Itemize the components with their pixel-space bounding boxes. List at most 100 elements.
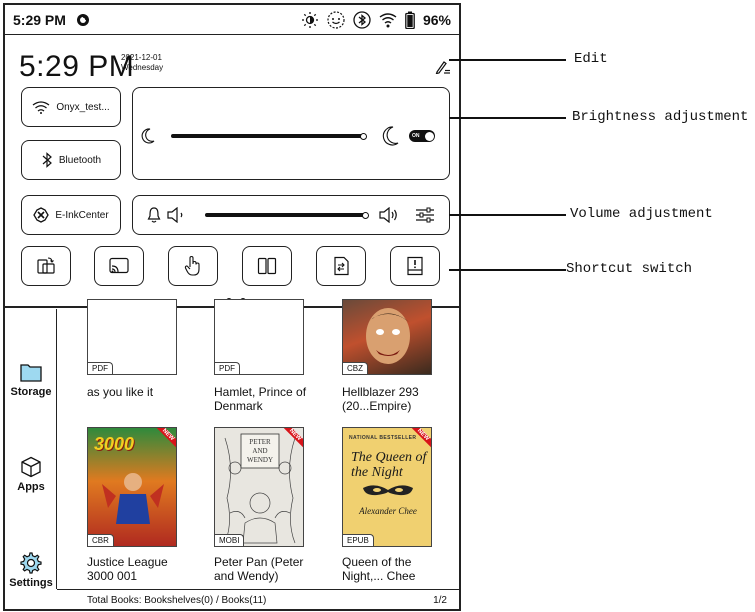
- volume-slider-knob[interactable]: [361, 211, 369, 219]
- edit-icon[interactable]: [435, 60, 451, 74]
- shortcut-refresh-mode-button[interactable]: [316, 246, 366, 286]
- book-cover: PDF: [214, 299, 304, 375]
- book-cover: NATIONAL BESTSELLER The Queen of the Nig…: [342, 427, 432, 547]
- bluetooth-label: Bluetooth: [58, 154, 102, 166]
- justice-league-cover-art: [102, 473, 164, 524]
- sync-icon: [76, 13, 89, 26]
- rotate-screen-icon: [37, 257, 55, 274]
- library-footer: Total Books: Bookshelves(0) / Books(11) …: [57, 589, 459, 609]
- sidebar-item-apps[interactable]: Apps: [5, 456, 57, 493]
- book-title: Queen of the Night,... Chee: [342, 555, 416, 583]
- weekday-text: Wednesday: [121, 63, 164, 72]
- split-screen-icon: [257, 257, 277, 275]
- shortcut-screenshot-button[interactable]: [390, 246, 440, 286]
- shortcut-touch-button[interactable]: [168, 246, 218, 286]
- book-title: Hamlet, Prince of Denmark: [214, 385, 307, 413]
- shortcut-callout-line: [449, 269, 566, 271]
- cover-author-text: Alexander Chee: [359, 506, 417, 516]
- wifi-label: Onyx_test...: [56, 101, 110, 113]
- wifi-status-icon: [379, 13, 397, 28]
- annotated-screenshot: 5:29 PM 96% 5:29 PM 2021-12-01 Wednesday…: [0, 0, 755, 612]
- book-format-badge: CBZ: [343, 362, 368, 374]
- volume-panel: [132, 195, 450, 235]
- book-format-badge: CBR: [88, 534, 114, 546]
- date-text: 2021-12-01: [121, 53, 162, 62]
- screen-refresh-icon: [334, 256, 349, 276]
- battery-percent: 96%: [422, 12, 451, 28]
- screencast-icon: [109, 257, 129, 274]
- shortcut-cast-button[interactable]: [94, 246, 144, 286]
- brightness-toggle[interactable]: ON: [409, 130, 435, 142]
- book-cover: 3000 NEW CBR: [87, 427, 177, 547]
- sidebar-label-settings: Settings: [9, 577, 53, 589]
- book-format-badge: MOBI: [215, 534, 245, 546]
- book-format-badge: EPUB: [343, 534, 374, 546]
- mask-icon: [363, 485, 413, 496]
- bluetooth-tile[interactable]: Bluetooth: [21, 140, 121, 180]
- refresh-mode-icon[interactable]: [327, 11, 345, 29]
- brightness-icon[interactable]: [301, 11, 319, 29]
- wifi-tile[interactable]: Onyx_test...: [21, 87, 121, 127]
- touch-hand-icon: [184, 255, 200, 276]
- bell-icon: [147, 207, 161, 223]
- book-cover: PDF: [87, 299, 177, 375]
- total-books-text: Total Books: Bookshelves(0) / Books(11): [87, 595, 267, 606]
- panel-clock: 5:29 PM: [19, 50, 135, 83]
- cover-title-text: PETER AND WENDY: [246, 438, 274, 464]
- wifi-icon: [32, 101, 50, 114]
- bluetooth-status-icon[interactable]: [353, 11, 371, 29]
- edit-callout-line: [449, 59, 566, 61]
- shortcut-split-screen-button[interactable]: [242, 246, 292, 286]
- toggle-label: ON: [412, 133, 420, 139]
- sidebar-item-settings[interactable]: Settings: [5, 552, 57, 589]
- book-format-badge: PDF: [88, 362, 113, 374]
- book-title: Hellblazer 293 (20...Empire): [342, 385, 419, 413]
- cover-tag-text: NATIONAL BESTSELLER: [349, 435, 417, 441]
- cover-title-text: The Queen of the Night: [351, 450, 427, 480]
- volume-callout-label: Volume adjustment: [570, 206, 713, 222]
- sound-settings-icon[interactable]: [415, 207, 435, 223]
- cube-icon: [21, 456, 41, 478]
- folder-icon: [20, 364, 42, 382]
- brightness-callout-line: [449, 117, 566, 119]
- eink-center-icon: [33, 207, 50, 223]
- shortcut-callout-label: Shortcut switch: [566, 261, 693, 277]
- cover-title-text: 3000: [94, 434, 135, 454]
- library-sidebar: Storage Apps Settings: [5, 309, 57, 589]
- speaker-low-icon: [167, 207, 183, 223]
- sidebar-label-storage: Storage: [10, 386, 52, 398]
- brightness-slider[interactable]: [171, 134, 363, 138]
- brightness-callout-label: Brightness adjustment: [572, 109, 749, 125]
- volume-slider[interactable]: [205, 213, 365, 217]
- gear-icon: [20, 552, 42, 574]
- book-title: Peter Pan (Peter and Wendy): [214, 555, 304, 583]
- edit-callout-label: Edit: [574, 51, 608, 67]
- book-title: Justice League 3000 001: [87, 555, 168, 583]
- device-screen: 5:29 PM 96% 5:29 PM 2021-12-01 Wednesday…: [3, 3, 461, 611]
- new-badge: NEW: [150, 428, 176, 453]
- brightness-slider-knob[interactable]: [359, 132, 367, 140]
- toggle-thumb: [424, 131, 434, 141]
- status-time: 5:29 PM: [13, 11, 66, 28]
- bluetooth-icon: [42, 152, 52, 168]
- book-format-badge: PDF: [215, 362, 240, 374]
- battery-icon: [405, 11, 415, 29]
- sidebar-item-storage[interactable]: Storage: [5, 361, 57, 398]
- sidebar-label-apps: Apps: [17, 481, 45, 493]
- screenshot-icon: [407, 256, 423, 276]
- quick-settings-panel: 5:29 PM 2021-12-01 Wednesday Onyx_test..…: [5, 36, 459, 308]
- moon-high-icon: [382, 126, 399, 146]
- book-cover: PETER AND WENDY NEW MOBI: [214, 427, 304, 547]
- status-icons: 96%: [301, 5, 451, 35]
- page-number[interactable]: 1/2: [433, 595, 447, 606]
- book-title: as you like it: [87, 385, 154, 399]
- book-cover: CBZ: [342, 299, 432, 375]
- shortcut-rotate-button[interactable]: [21, 246, 71, 286]
- eink-center-label: E-InkCenter: [55, 209, 109, 221]
- panel-date: 2021-12-01 Wednesday: [121, 53, 163, 73]
- brightness-panel: ON: [132, 87, 450, 180]
- speaker-high-icon: [379, 207, 397, 223]
- status-bar: 5:29 PM 96%: [5, 5, 459, 35]
- eink-center-tile[interactable]: E-InkCenter: [21, 195, 121, 235]
- volume-callout-line: [449, 214, 566, 216]
